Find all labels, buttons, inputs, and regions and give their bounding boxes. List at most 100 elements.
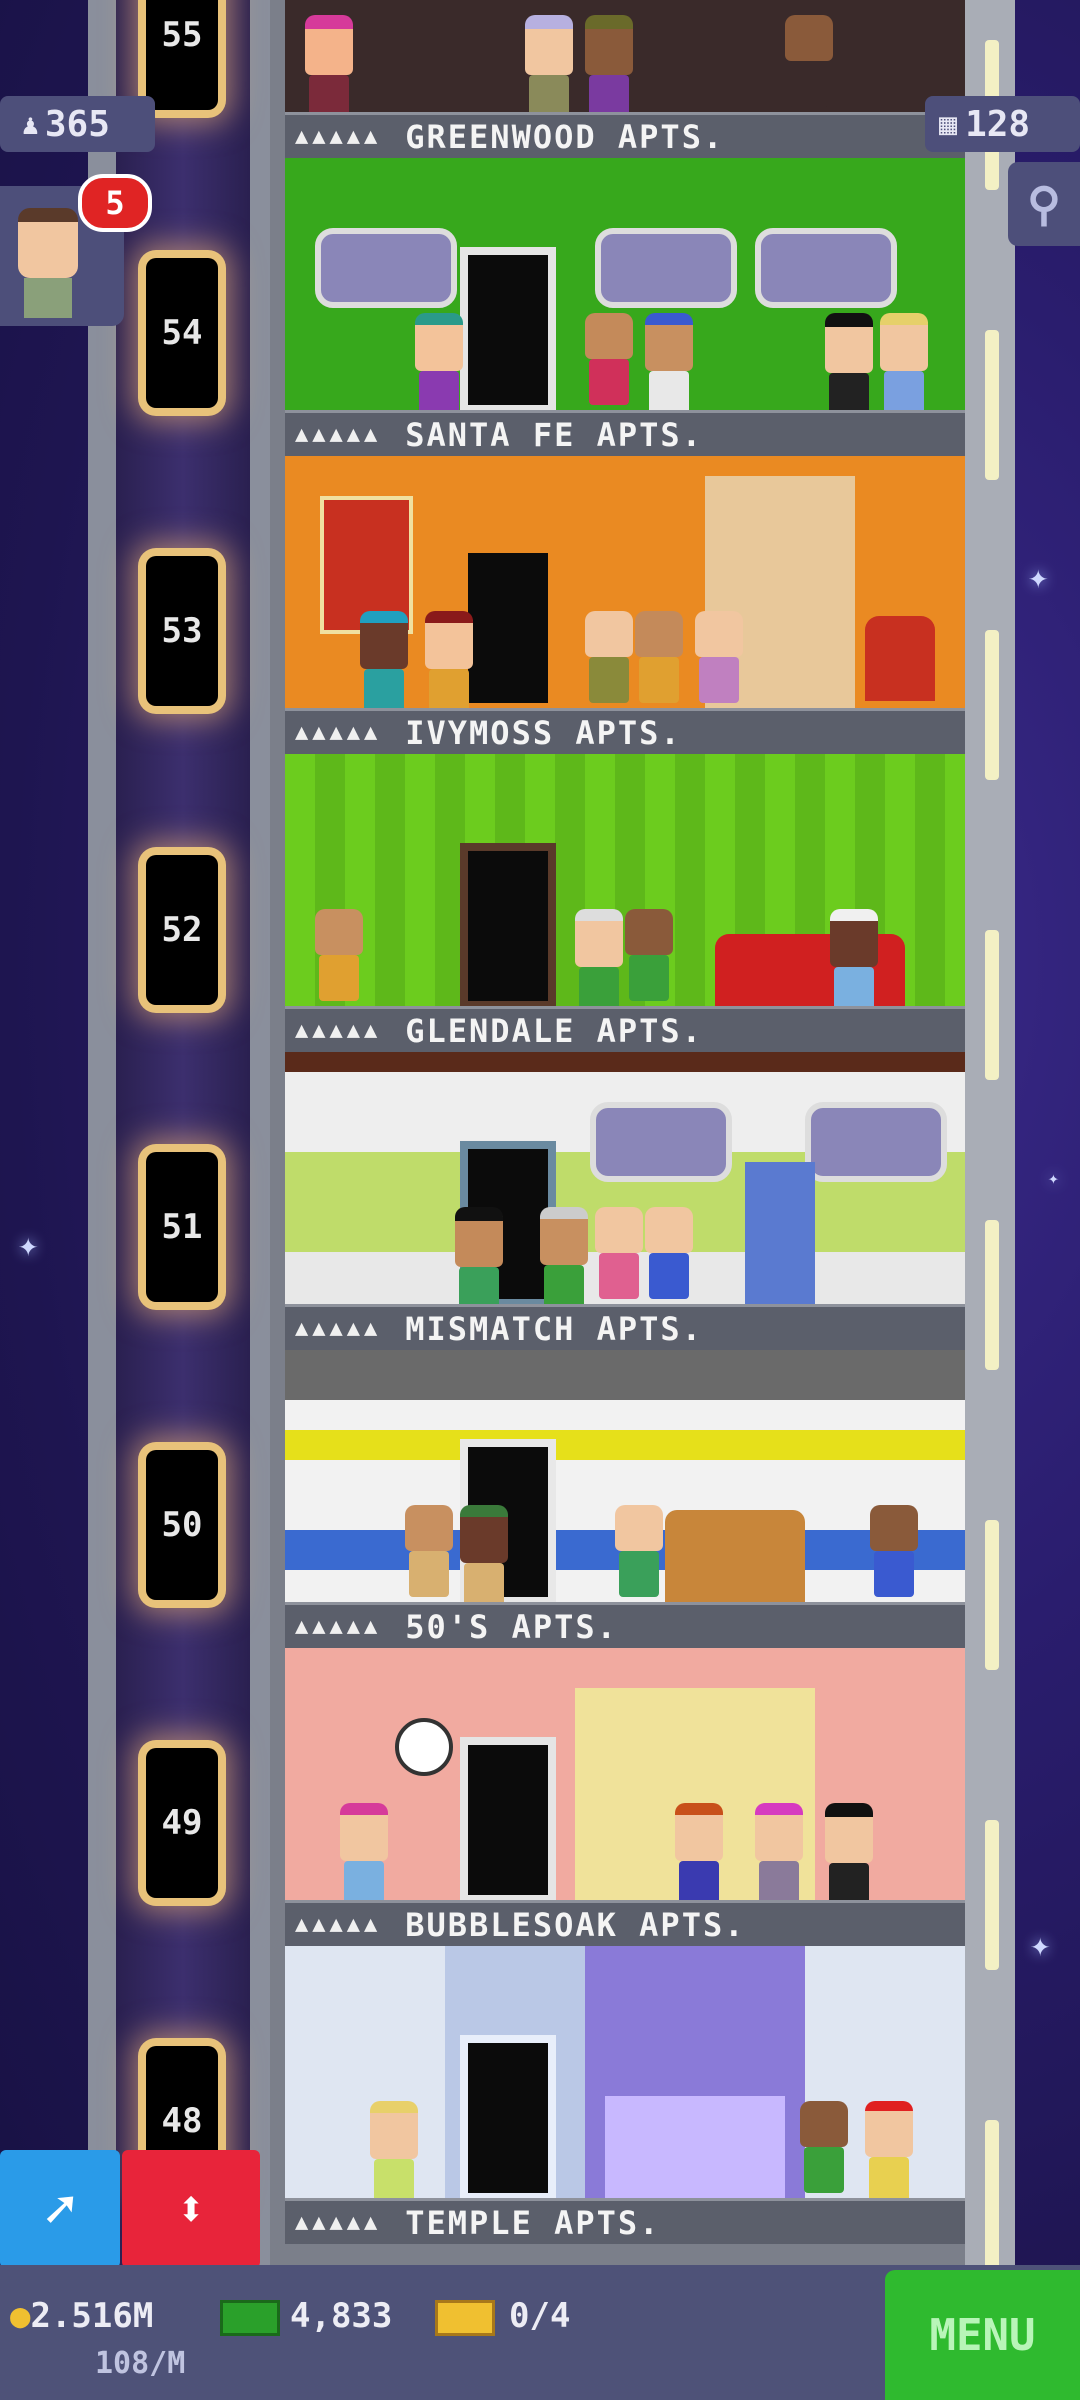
resident[interactable] [800, 2101, 848, 2193]
elevator-car-54[interactable]: 54 [146, 258, 218, 408]
armchair [865, 616, 935, 701]
floor-bubblesoak[interactable]: ▲▲▲▲▲ BUBBLESOAK APTS. [285, 1648, 965, 1946]
resident-notification[interactable]: 5 [0, 174, 152, 326]
resident[interactable] [455, 1207, 503, 1313]
magnifier-icon: ⚲ [1027, 177, 1061, 231]
window [315, 228, 457, 308]
resident-avatar [18, 208, 78, 318]
resident[interactable] [645, 313, 693, 417]
population-counter[interactable]: ♟ 365 [0, 96, 155, 152]
resident[interactable] [825, 313, 873, 419]
resident[interactable] [585, 313, 633, 405]
elevator-car-52[interactable]: 52 [146, 855, 218, 1005]
ticket-counter[interactable]: 0/4 [435, 2296, 570, 2336]
coin-counter[interactable]: ●2.516M [10, 2296, 153, 2336]
star-decoration: ✦ [1028, 557, 1049, 597]
window [755, 228, 897, 308]
resident[interactable] [615, 1505, 663, 1597]
star-decoration: ✦ [1048, 1168, 1059, 1189]
resident[interactable] [595, 1207, 643, 1299]
floor-label: ▲▲▲▲▲ IVYMOSS APTS. [285, 708, 965, 754]
door [460, 843, 556, 1009]
resident[interactable] [525, 15, 573, 121]
floor-counter[interactable]: ▦ 128 [925, 96, 1080, 152]
resident[interactable] [625, 909, 673, 1001]
coin-rate: 108/M [95, 2346, 186, 2381]
up-arrow-button[interactable]: ➚ [0, 2150, 120, 2268]
resident[interactable] [315, 909, 363, 1001]
resident[interactable] [460, 1505, 508, 1609]
floor-label: ▲▲▲▲▲ MISMATCH APTS. [285, 1304, 965, 1350]
search-button[interactable]: ⚲ [1008, 162, 1080, 246]
resident[interactable] [575, 909, 623, 1013]
floor-label: ▲▲▲▲▲ GLENDALE APTS. [285, 1006, 965, 1052]
resident[interactable] [675, 1803, 723, 1907]
floor-greenwood[interactable]: ▲▲▲▲▲ GREENWOOD APTS. [285, 0, 965, 158]
bux-counter[interactable]: 4,833 [220, 2296, 392, 2336]
person-icon: ♟ [22, 107, 39, 141]
floor-temple[interactable]: ▲▲▲▲▲ TEMPLE APTS. [285, 1946, 965, 2244]
resident[interactable] [825, 1803, 873, 1909]
resident[interactable] [870, 1505, 918, 1597]
elevator-shaft: 55 54 53 52 51 50 49 48 [88, 0, 278, 2265]
window [595, 228, 737, 308]
room-interior [285, 158, 965, 419]
window [590, 1102, 732, 1182]
door [460, 247, 556, 413]
resident[interactable] [360, 611, 408, 715]
floor-glendale[interactable]: ▲▲▲▲▲ GLENDALE APTS. [285, 754, 965, 1052]
fridge [745, 1162, 815, 1307]
resident[interactable] [830, 909, 878, 1013]
menu-button[interactable]: MENU [885, 2270, 1080, 2400]
resident[interactable] [370, 2101, 418, 2205]
room-interior [285, 1648, 965, 1909]
floor-ivymoss[interactable]: ▲▲▲▲▲ IVYMOSS APTS. [285, 456, 965, 754]
resident[interactable] [585, 611, 633, 703]
cash-icon [220, 2299, 280, 2336]
ticket-icon [435, 2299, 495, 2336]
star-decoration: ✦ [18, 1225, 39, 1265]
resident[interactable] [635, 611, 683, 703]
notification-badge: 5 [78, 174, 152, 232]
elevator-button[interactable]: ⬍ [122, 2150, 260, 2268]
room-interior [285, 754, 965, 1013]
room-interior [285, 456, 965, 715]
floor-label: ▲▲▲▲▲ GREENWOOD APTS. [285, 112, 965, 158]
elevator-car-49[interactable]: 49 [146, 1748, 218, 1898]
resident[interactable] [340, 1803, 388, 1907]
building-icon: ▦ [939, 106, 958, 142]
floor-label: ▲▲▲▲▲ 50'S APTS. [285, 1602, 965, 1648]
coin-icon: ● [10, 2296, 31, 2336]
elevator-car-55[interactable]: 55 [146, 0, 218, 110]
elevator-car-50[interactable]: 50 [146, 1450, 218, 1600]
star-decoration: ✦ [1030, 1925, 1051, 1965]
elevator-car-53[interactable]: 53 [146, 556, 218, 706]
resident[interactable] [415, 313, 463, 417]
resident[interactable] [645, 1207, 693, 1299]
door [460, 545, 556, 711]
resident[interactable] [755, 1803, 803, 1907]
resident[interactable] [540, 1207, 588, 1311]
room-interior [285, 1350, 965, 1609]
floor-label: ▲▲▲▲▲ SANTA FE APTS. [285, 410, 965, 456]
bath [605, 2096, 785, 2201]
floor-label: ▲▲▲▲▲ BUBBLESOAK APTS. [285, 1900, 965, 1946]
door [460, 2035, 556, 2201]
resident[interactable] [585, 15, 633, 121]
floor-santa-fe[interactable]: ▲▲▲▲▲ SANTA FE APTS. [285, 158, 965, 456]
resident[interactable] [695, 611, 743, 703]
elevator-car-51[interactable]: 51 [146, 1152, 218, 1302]
floor-50s[interactable]: ▲▲▲▲▲ 50'S APTS. [285, 1350, 965, 1648]
resident[interactable] [425, 611, 473, 715]
window [805, 1102, 947, 1182]
resident[interactable] [865, 2101, 913, 2203]
room-interior [285, 1052, 965, 1313]
resident[interactable] [880, 313, 928, 417]
clock-icon [395, 1718, 453, 1776]
resident[interactable] [305, 15, 353, 121]
elevator-icon: ⬍ [175, 2180, 207, 2238]
floor-mismatch[interactable]: ▲▲▲▲▲ MISMATCH APTS. [285, 1052, 965, 1350]
resident[interactable] [405, 1505, 453, 1597]
resident[interactable] [785, 15, 833, 107]
room-interior [285, 1946, 965, 2205]
